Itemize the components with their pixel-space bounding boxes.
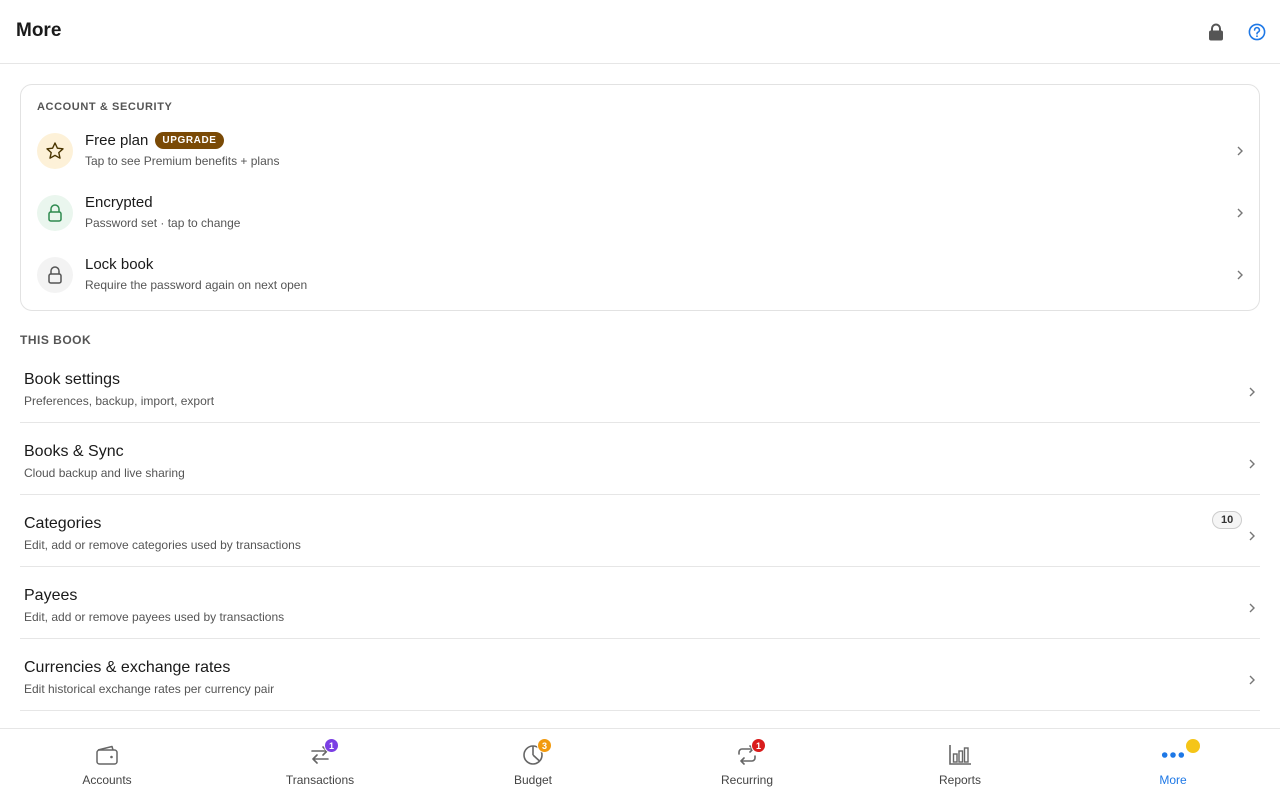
- free-plan-subtitle: Tap to see Premium benefits + plans: [85, 154, 280, 168]
- chevron-right-icon: [1247, 531, 1257, 541]
- chevron-right-icon: [1235, 208, 1245, 218]
- chevron-right-icon: [1235, 146, 1245, 156]
- notification-badge: 3: [537, 738, 552, 753]
- nav-label: Reports: [938, 773, 982, 787]
- payees-title: Payees: [24, 587, 78, 604]
- lock-book-row[interactable]: Lock book Require the password again on …: [21, 247, 1259, 309]
- books-sync-row[interactable]: Books & Sync Cloud backup and live shari…: [20, 423, 1260, 495]
- currencies-subtitle: Edit historical exchange rates per curre…: [24, 682, 275, 696]
- star-icon: [37, 133, 73, 169]
- lock-icon: [37, 195, 73, 231]
- book-settings-row[interactable]: Book settings Preferences, backup, impor…: [20, 351, 1260, 423]
- status-dot: [1186, 739, 1200, 753]
- chevron-right-icon: [1247, 459, 1257, 469]
- nav-label: Transactions: [285, 773, 355, 787]
- books-sync-subtitle: Cloud backup and live sharing: [24, 466, 185, 480]
- free-plan-title: Free plan UPGRADE: [85, 132, 224, 149]
- book-settings-title: Book settings: [24, 371, 121, 388]
- chevron-right-icon: [1247, 603, 1257, 613]
- chevron-right-icon: [1247, 675, 1257, 685]
- categories-row[interactable]: Categories Edit, add or remove categorie…: [20, 495, 1260, 567]
- nav-transactions[interactable]: 1 Transactions: [260, 729, 380, 800]
- categories-title: Categories: [24, 515, 102, 532]
- categories-count-badge: 10: [1212, 511, 1243, 529]
- lock-book-subtitle: Require the password again on next open: [85, 278, 308, 292]
- currencies-title: Currencies & exchange rates: [24, 659, 231, 676]
- help-circle-icon: [1248, 23, 1266, 41]
- payees-subtitle: Edit, add or remove payees used by trans…: [24, 610, 285, 624]
- wallet-icon: [95, 743, 119, 767]
- notification-badge: 1: [751, 738, 766, 753]
- lock-icon: [37, 257, 73, 293]
- currencies-row[interactable]: Currencies & exchange rates Edit histori…: [20, 639, 1260, 711]
- books-sync-title: Books & Sync: [24, 443, 124, 460]
- nav-budget[interactable]: 3 Budget: [473, 729, 593, 800]
- nav-reports[interactable]: Reports: [900, 729, 1020, 800]
- nav-more[interactable]: More: [1113, 729, 1233, 800]
- lock-icon: [1209, 23, 1223, 41]
- categories-subtitle: Edit, add or remove categories used by t…: [24, 538, 301, 552]
- encrypted-title: Encrypted: [85, 194, 153, 211]
- nav-recurring[interactable]: 1 Recurring: [687, 729, 807, 800]
- encrypted-subtitle: Password set · tap to change: [85, 216, 241, 230]
- book-settings-subtitle: Preferences, backup, import, export: [24, 394, 215, 408]
- more-dots-icon: [1161, 743, 1185, 767]
- payees-row[interactable]: Payees Edit, add or remove payees used b…: [20, 567, 1260, 639]
- nav-label: Accounts: [82, 773, 132, 787]
- section-heading-this-book: THIS BOOK: [20, 333, 92, 347]
- section-heading-account-security: ACCOUNT & SECURITY: [37, 101, 173, 113]
- account-security-card: ACCOUNT & SECURITY Free plan UPGRADE Tap…: [20, 84, 1260, 311]
- lock-book-title: Lock book: [85, 256, 154, 273]
- notification-badge: 1: [324, 738, 339, 753]
- upgrade-badge[interactable]: UPGRADE: [155, 132, 224, 149]
- free-plan-row[interactable]: Free plan UPGRADE Tap to see Premium ben…: [21, 123, 1259, 185]
- free-plan-label: Free plan: [85, 132, 149, 149]
- nav-label: Budget: [513, 773, 553, 787]
- bar-chart-icon: [948, 743, 972, 767]
- bottom-nav: Accounts 1 Transactions 3 Budget 1 Recur…: [0, 728, 1280, 800]
- nav-accounts[interactable]: Accounts: [47, 729, 167, 800]
- lock-button[interactable]: [1204, 20, 1228, 44]
- help-button[interactable]: [1245, 20, 1269, 44]
- page-title: More: [16, 20, 62, 41]
- this-book-list: Book settings Preferences, backup, impor…: [20, 351, 1260, 711]
- app-header: More: [0, 0, 1280, 64]
- nav-label: More: [1159, 773, 1187, 787]
- chevron-right-icon: [1247, 387, 1257, 397]
- chevron-right-icon: [1235, 270, 1245, 280]
- encrypted-row[interactable]: Encrypted Password set · tap to change: [21, 185, 1259, 247]
- nav-label: Recurring: [720, 773, 774, 787]
